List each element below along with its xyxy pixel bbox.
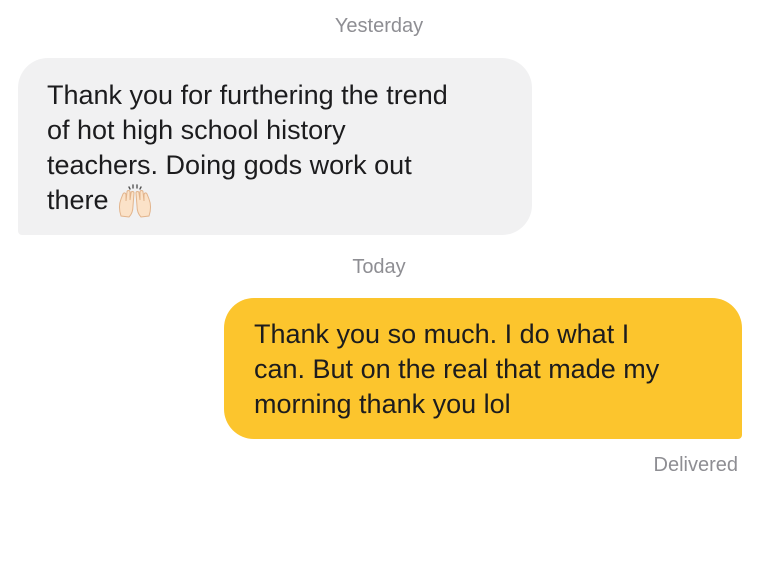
outgoing-message-text: Thank you so much. I do what I can. But …: [254, 319, 660, 419]
incoming-message-text: Thank you for furthering the trend of ho…: [47, 80, 448, 215]
outgoing-message-bubble[interactable]: Thank you so much. I do what I can. But …: [224, 298, 742, 439]
incoming-message-bubble[interactable]: Thank you for furthering the trend of ho…: [18, 58, 532, 235]
delivery-status: Delivered: [653, 454, 738, 476]
raising-hands-icon: [115, 184, 155, 218]
day-separator-today: Today: [352, 256, 406, 278]
day-separator-yesterday: Yesterday: [334, 15, 424, 37]
